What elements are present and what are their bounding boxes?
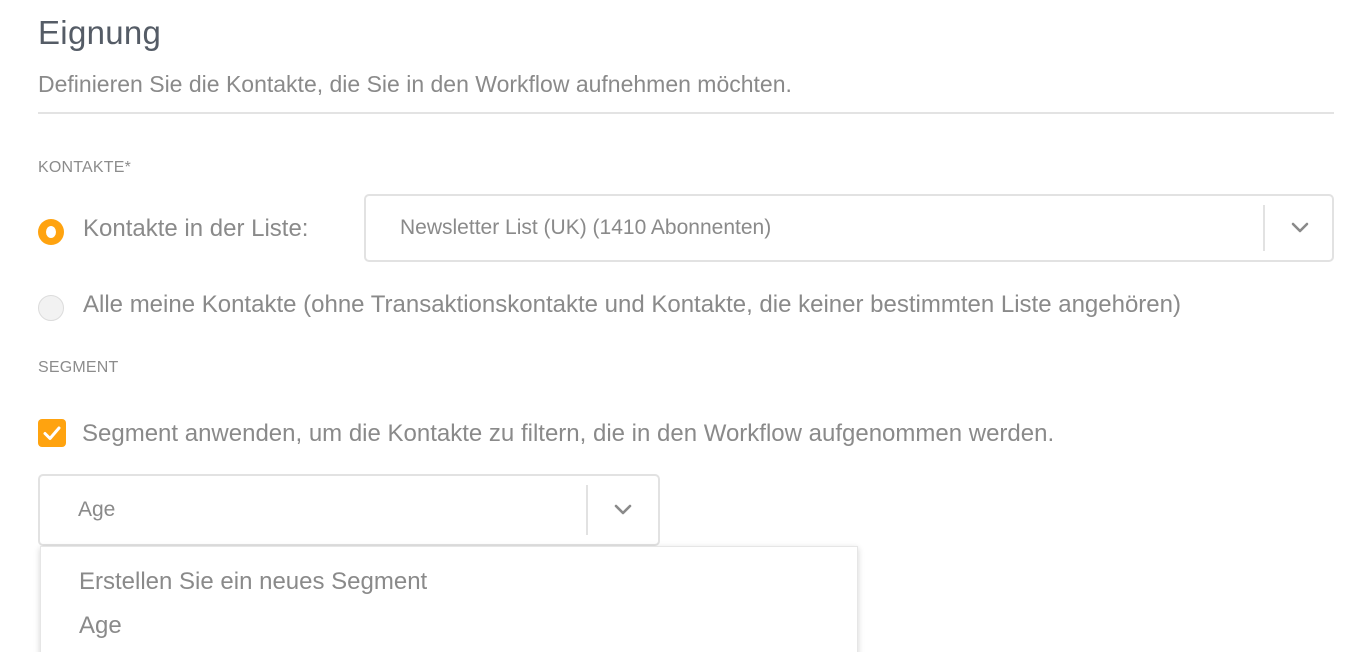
page-title: Eignung [38,14,162,51]
apply-segment-label[interactable]: Segment anwenden, um die Kontakte zu fil… [82,420,1054,448]
segment-section-label: SEGMENT [38,359,119,376]
radio-all-contacts-label[interactable]: Alle meine Kontakte (ohne Transaktionsko… [83,291,1181,319]
dropdown-option-new-segment[interactable]: Erstellen Sie ein neues Segment [79,568,427,596]
checkmark-icon [43,426,61,440]
dropdown-option-age[interactable]: Age [79,612,122,640]
contacts-section-label: KONTAKTE* [38,159,132,176]
chevron-down-icon[interactable] [1265,196,1335,260]
contact-list-select[interactable]: Newsletter List (UK) (1410 Abonnenten) [364,194,1334,262]
radio-all-contacts[interactable] [38,295,64,321]
eligibility-panel: Eignung Definieren Sie die Kontakte, die… [0,0,1356,652]
radio-contacts-in-list-label[interactable]: Kontakte in der Liste: [83,215,308,243]
contact-list-select-value: Newsletter List (UK) (1410 Abonnenten) [400,216,772,239]
apply-segment-checkbox[interactable] [38,419,66,447]
divider [38,112,1334,114]
segment-select[interactable]: Age [38,474,660,546]
page-subtitle: Definieren Sie die Kontakte, die Sie in … [38,71,792,97]
chevron-down-icon[interactable] [588,476,658,544]
radio-contacts-in-list[interactable] [38,219,64,245]
segment-select-value: Age [78,498,116,521]
segment-dropdown-menu: Erstellen Sie ein neues Segment Age [40,546,858,652]
